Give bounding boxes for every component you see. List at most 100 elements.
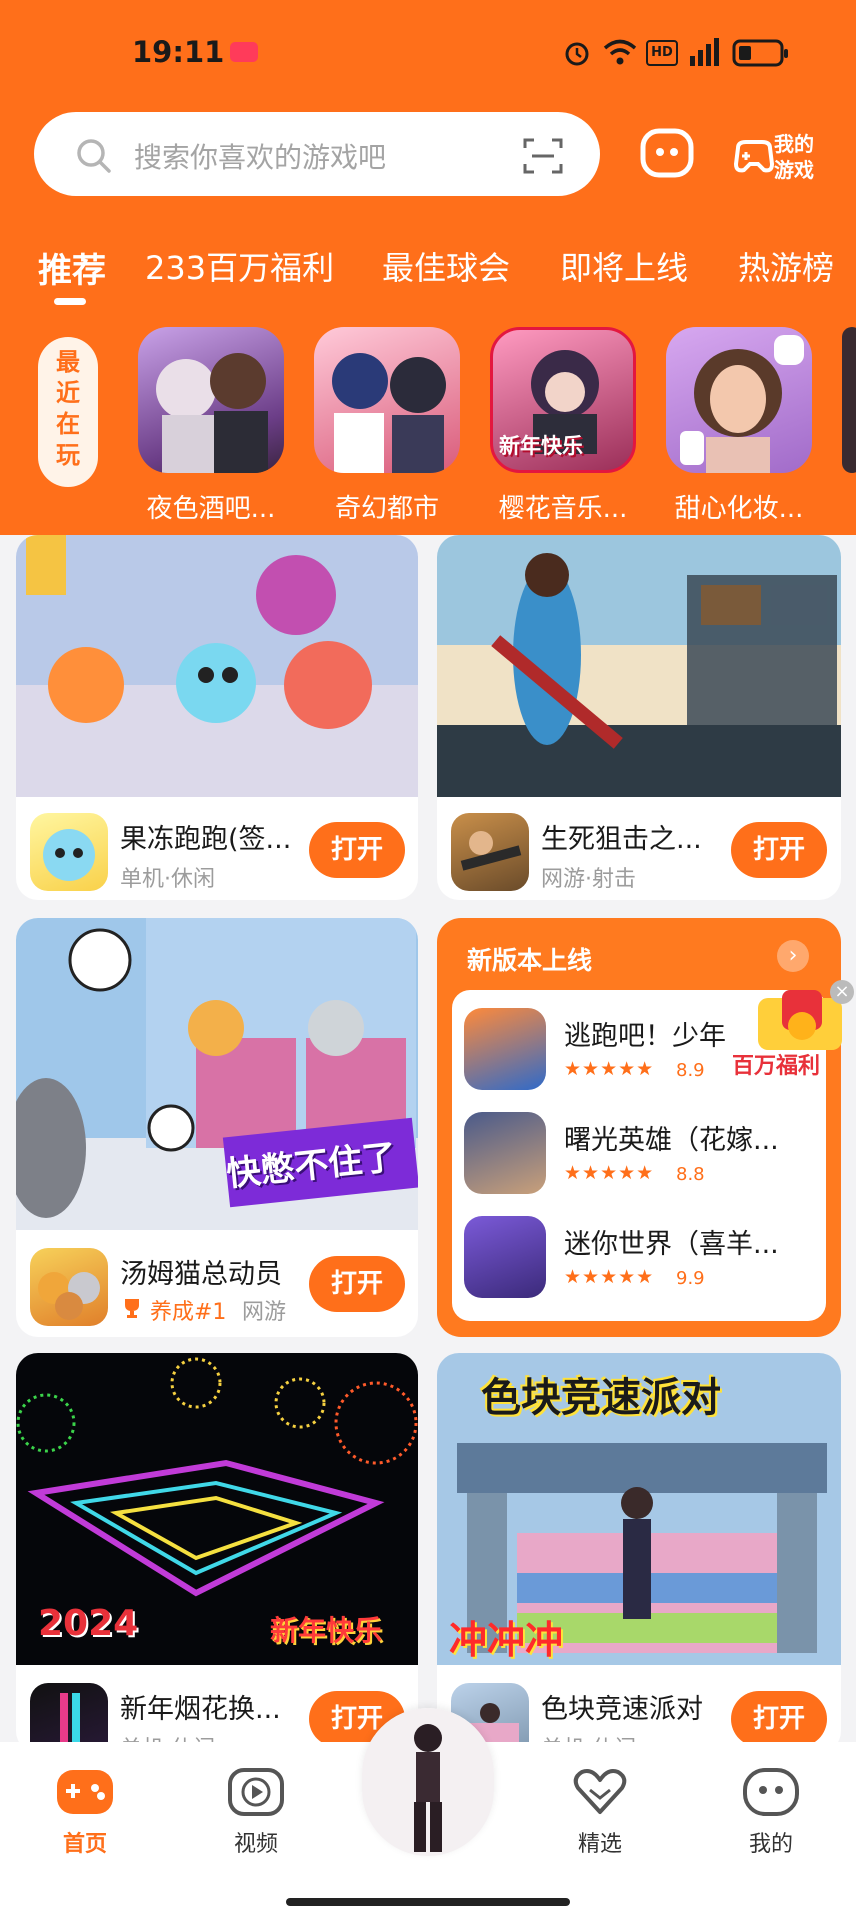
new-version-panel[interactable]: 新版本上线 › 逃跑吧！少年 ★★★★★ 8.9 曙光英雄（花嫁... ★★★★…: [437, 918, 841, 1337]
recent-played-tag: 最近在玩: [38, 337, 98, 487]
rating-stars-2: ★★★★★: [564, 1162, 655, 1184]
game-category-2: 网游·射击: [541, 867, 636, 892]
heart-icon: [573, 1769, 627, 1814]
recent-game-name-3: 樱花音乐...: [498, 494, 628, 524]
wifi-icon: [603, 39, 637, 65]
game-name-4: 新年烟花换...: [120, 1694, 281, 1725]
new-version-icon-1[interactable]: [464, 1008, 546, 1090]
new-version-icon-2[interactable]: [464, 1112, 546, 1194]
tab-best-club[interactable]: 最佳球会: [382, 243, 510, 289]
battery-icon: [732, 39, 788, 67]
game-card-4[interactable]: 2024 新年快乐 新年烟花换... 单机·休闲 打开: [16, 1353, 418, 1753]
my-games-button[interactable]: 我的 游戏: [732, 124, 842, 188]
nav-featured[interactable]: 精选: [550, 1762, 650, 1862]
game-name-5: 色块竞速派对: [541, 1694, 703, 1725]
new-version-name-2: 曙光英雄（花嫁...: [564, 1125, 779, 1156]
nav-home-label: 首页: [62, 1832, 107, 1857]
tab-hot-ranking[interactable]: 热游榜: [738, 243, 834, 289]
nav-home[interactable]: 首页: [35, 1762, 135, 1862]
banner-text-4: 新年快乐: [270, 1614, 383, 1647]
search-bar[interactable]: 搜索你喜欢的游戏吧: [34, 112, 600, 196]
game-card-3[interactable]: 快憋不住了 汤姆猫总动员 养成#1 网游 打开: [16, 918, 418, 1337]
game-category-3: 网游: [242, 1300, 287, 1325]
recent-game-name-1: 夜色酒吧...: [146, 494, 276, 524]
close-icon[interactable]: ×: [830, 980, 854, 1004]
smile-icon: [743, 1768, 799, 1816]
character-avatar-image: [362, 1708, 494, 1856]
game-icon-3: [30, 1248, 108, 1326]
new-version-title: 新版本上线: [467, 946, 593, 975]
game-card-5[interactable]: 色块竞速派对 冲冲冲 色块竞速派对 单机·休闲 打开: [437, 1353, 841, 1753]
new-year-badge: 新年快乐: [499, 434, 583, 458]
new-version-name-1: 逃跑吧！少年: [564, 1021, 726, 1052]
chevron-right-icon[interactable]: ›: [777, 940, 809, 972]
tab-recommend[interactable]: 推荐: [38, 243, 106, 292]
rating-value-2: 8.8: [676, 1164, 705, 1185]
rating-stars-1: ★★★★★: [564, 1058, 655, 1080]
recent-game-icon-1[interactable]: [138, 327, 284, 473]
open-button-2[interactable]: 打开: [731, 822, 827, 878]
tab-coming-soon[interactable]: 即将上线: [560, 243, 688, 289]
my-games-label-1: 我的: [774, 132, 814, 156]
game-card-1[interactable]: 果冻跑跑(签... 单机·休闲 打开: [16, 535, 418, 900]
banner-title-5: 色块竞速派对: [481, 1375, 721, 1421]
game-banner-1: [16, 535, 418, 797]
scan-icon[interactable]: [522, 136, 564, 176]
tab-indicator: [54, 298, 86, 305]
search-icon: [77, 139, 111, 173]
anime-girls-image: [332, 353, 446, 473]
game-name-1: 果冻跑跑(签...: [120, 824, 292, 855]
play-icon: [228, 1768, 284, 1816]
open-button-1[interactable]: 打开: [309, 822, 405, 878]
search-placeholder: 搜索你喜欢的游戏吧: [134, 141, 387, 174]
new-version-icon-3[interactable]: [464, 1216, 546, 1298]
rating-stars-3: ★★★★★: [564, 1266, 655, 1288]
recent-tag-label: 最近在玩: [56, 348, 80, 469]
game-banner-3: [16, 918, 418, 1230]
trophy-icon: [125, 1299, 139, 1318]
recent-game-name-4: 甜心化妆...: [674, 494, 804, 524]
game-icon-1: [30, 813, 108, 891]
nav-video[interactable]: 视频: [206, 1762, 306, 1862]
game-category-1: 单机·休闲: [120, 867, 215, 892]
recent-game-icon-3[interactable]: 新年快乐: [490, 327, 636, 473]
open-button-3[interactable]: 打开: [309, 1256, 405, 1312]
rating-value-3: 9.9: [676, 1268, 705, 1289]
center-featured-avatar[interactable]: [362, 1708, 494, 1856]
nav-profile-label: 我的: [748, 1832, 793, 1857]
game-rank-3: 养成#1: [150, 1300, 227, 1325]
alarm-icon: [565, 42, 589, 66]
recent-game-name-2: 奇幻都市: [334, 494, 439, 524]
screen-record-icon: [230, 42, 258, 62]
new-version-name-3: 迷你世界（喜羊...: [564, 1229, 779, 1260]
gamepad-icon: [733, 140, 775, 173]
recent-game-icon-4[interactable]: [666, 327, 812, 473]
recent-game-icon-2[interactable]: [314, 327, 460, 473]
nav-featured-label: 精选: [577, 1832, 622, 1857]
home-indicator[interactable]: [286, 1898, 570, 1906]
gamepad-icon: [57, 1770, 113, 1814]
status-time: 19:11: [132, 35, 225, 69]
game-name-3: 汤姆猫总动员: [120, 1259, 282, 1290]
status-bar: 19:11 HD: [0, 0, 856, 105]
nav-profile[interactable]: 我的: [721, 1762, 821, 1862]
message-icon[interactable]: [640, 128, 694, 182]
gift-label: 百万福利: [732, 1054, 821, 1079]
banner-year-4: 2024: [38, 1603, 139, 1644]
recent-game-icon-5-partial[interactable]: [842, 327, 856, 473]
game-name-2: 生死狙击之...: [541, 824, 702, 855]
floating-welfare-gift[interactable]: 百万福利 ×: [732, 980, 856, 1086]
signal-icon: [690, 38, 719, 66]
rating-value-1: 8.9: [676, 1060, 705, 1081]
makeup-girl-image: [680, 335, 804, 473]
banner-text-5: 冲冲冲: [449, 1618, 564, 1662]
game-banner-2: [437, 535, 841, 797]
tab-welfare[interactable]: 233百万福利: [145, 243, 334, 289]
game-card-2[interactable]: 生死狙击之... 网游·射击 打开: [437, 535, 841, 900]
open-button-5[interactable]: 打开: [731, 1691, 827, 1747]
my-games-label-2: 游戏: [774, 158, 814, 182]
hd-icon: HD: [646, 40, 678, 66]
nav-video-label: 视频: [233, 1832, 278, 1857]
game-icon-2: [451, 813, 529, 891]
anime-characters-image: [156, 353, 268, 473]
